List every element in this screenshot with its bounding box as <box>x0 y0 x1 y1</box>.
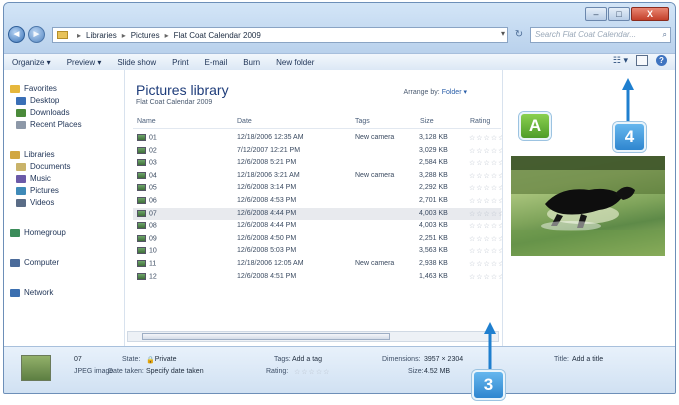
callout-arrows <box>484 78 634 370</box>
arrow-3-head <box>484 322 496 334</box>
callout-a-badge: A <box>519 112 551 140</box>
arrow-4-head <box>622 78 634 90</box>
callout-4-badge: 4 <box>613 122 646 152</box>
callout-3-badge: 3 <box>472 370 505 400</box>
